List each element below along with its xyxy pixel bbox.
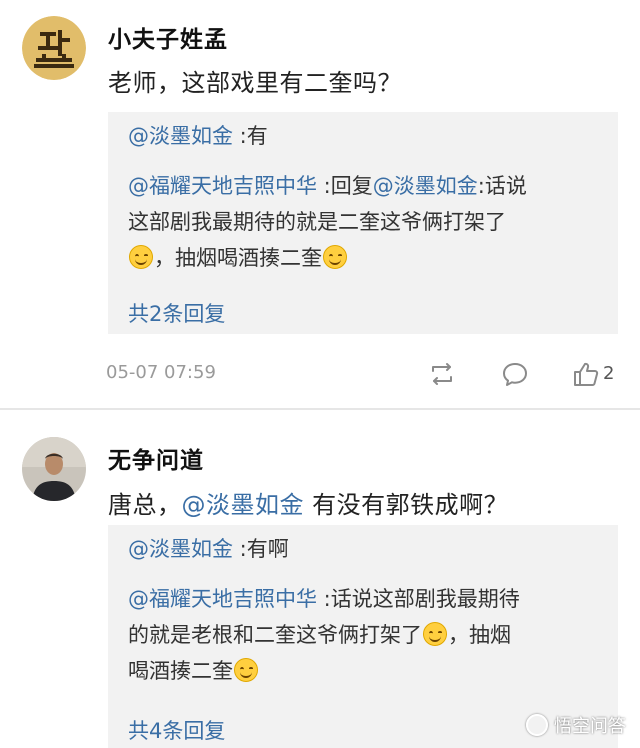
reply-text: 这部剧我最期待的就是二奎这爷俩打架了 (128, 210, 506, 234)
person-avatar-icon (22, 437, 86, 501)
mention-link[interactable]: @淡墨如金 (182, 491, 305, 519)
watermark: 悟空问答 (526, 710, 626, 740)
comment-meta: 05-07 07:59 2 (106, 362, 616, 386)
seal-avatar-icon (22, 16, 86, 80)
grin-emoji-icon (234, 658, 258, 682)
reply-text: :有 (233, 124, 268, 148)
thumbs-up-icon[interactable] (572, 360, 600, 388)
reply-text: :有啊 (233, 537, 289, 561)
more-replies-link[interactable]: 共2条回复 (128, 298, 225, 328)
comment-item: 小夫子姓孟 老师，这部戏里有二奎吗？ @淡墨如金 :有 @福耀天地吉照中华 :回… (0, 0, 640, 410)
username[interactable]: 小夫子姓孟 (108, 20, 228, 54)
wukong-logo-icon (526, 714, 548, 736)
watermark-label: 悟空问答 (554, 716, 626, 737)
reply-line: ，抽烟喝酒揍二奎 (128, 240, 348, 276)
comment-text-part: 唐总， (108, 491, 182, 519)
reply-line: @福耀天地吉照中华 :话说这部剧我最期待 (128, 581, 520, 617)
smile-emoji-icon (129, 245, 153, 269)
mention-link[interactable]: @福耀天地吉照中华 (128, 174, 317, 198)
avatar[interactable] (22, 437, 86, 501)
comment-text: 唐总，@淡墨如金 有没有郭铁成啊？ (108, 485, 508, 520)
reply-text: 喝酒揍二奎 (128, 659, 233, 683)
reply-line: @淡墨如金 :有 (128, 118, 268, 154)
reply-line: @淡墨如金 :有啊 (128, 531, 289, 567)
smile-emoji-icon (423, 622, 447, 646)
reply-text: :话说这部剧我最期待 (317, 587, 520, 611)
username[interactable]: 无争问道 (108, 441, 204, 475)
grin-emoji-icon (323, 245, 347, 269)
reply-text: ，抽烟喝酒揍二奎 (154, 246, 322, 270)
reply-text: 的就是老根和二奎这爷俩打架了 (128, 623, 422, 647)
timestamp: 05-07 07:59 (106, 362, 216, 383)
comment-text-part: 有没有郭铁成啊？ (304, 491, 509, 519)
like-count: 2 (603, 363, 615, 384)
comment-icon[interactable] (501, 360, 529, 388)
mention-link[interactable]: @淡墨如金 (128, 537, 233, 561)
comment-item: 无争问道 唐总，@淡墨如金 有没有郭铁成啊？ @淡墨如金 :有啊 @福耀天地吉照… (0, 411, 640, 748)
comment-text: 老师，这部戏里有二奎吗？ (108, 69, 402, 97)
reply-line: 的就是老根和二奎这爷俩打架了 ，抽烟 (128, 617, 511, 653)
mention-link[interactable]: @淡墨如金 (373, 174, 478, 198)
reply-line: 喝酒揍二奎 (128, 653, 259, 689)
repost-icon[interactable] (428, 360, 456, 388)
reply-text: :话说 (477, 174, 527, 198)
more-replies-link[interactable]: 共4条回复 (128, 715, 225, 745)
reply-text: :回复 (317, 174, 373, 198)
mention-link[interactable]: @福耀天地吉照中华 (128, 587, 317, 611)
reply-line: @福耀天地吉照中华 :回复@淡墨如金:话说 (128, 168, 527, 204)
reply-text: ，抽烟 (448, 623, 511, 647)
divider (0, 408, 640, 410)
avatar[interactable] (22, 16, 86, 80)
reply-box[interactable]: @淡墨如金 :有 @福耀天地吉照中华 :回复@淡墨如金:话说 这部剧我最期待的就… (108, 112, 618, 334)
mention-link[interactable]: @淡墨如金 (128, 124, 233, 148)
